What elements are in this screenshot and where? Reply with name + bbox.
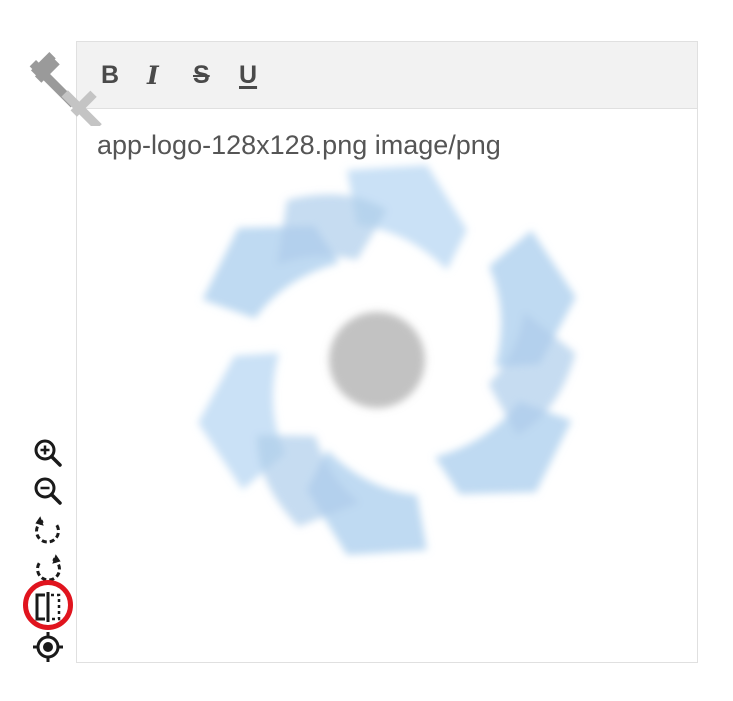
- zoom-out-icon: [34, 477, 62, 505]
- rotate-left-icon: [35, 516, 60, 544]
- rotate-left-button[interactable]: [28, 511, 68, 549]
- flip-horizontal-icon: [35, 592, 61, 622]
- file-info-text: app-logo-128x128.png image/png: [97, 130, 501, 160]
- zoom-in-button[interactable]: [28, 434, 68, 472]
- zoom-out-button[interactable]: [28, 472, 68, 510]
- rotate-right-icon: [36, 554, 61, 582]
- zoom-in-icon: [34, 439, 62, 467]
- rotate-right-button[interactable]: [28, 549, 68, 587]
- flip-horizontal-button[interactable]: [28, 588, 68, 626]
- app-logo-watermark: [198, 165, 576, 555]
- italic-button[interactable]: I: [143, 53, 189, 97]
- underline-button[interactable]: U: [235, 53, 281, 97]
- center-focus-icon: [33, 632, 63, 662]
- drag-handle-icon[interactable]: [26, 44, 108, 126]
- rich-text-editor: B I S U app-logo-128x128.png image/png: [76, 41, 698, 663]
- strikethrough-button[interactable]: S: [189, 53, 235, 97]
- formatting-toolbar: B I S U: [77, 42, 697, 109]
- center-focus-button[interactable]: [28, 628, 68, 666]
